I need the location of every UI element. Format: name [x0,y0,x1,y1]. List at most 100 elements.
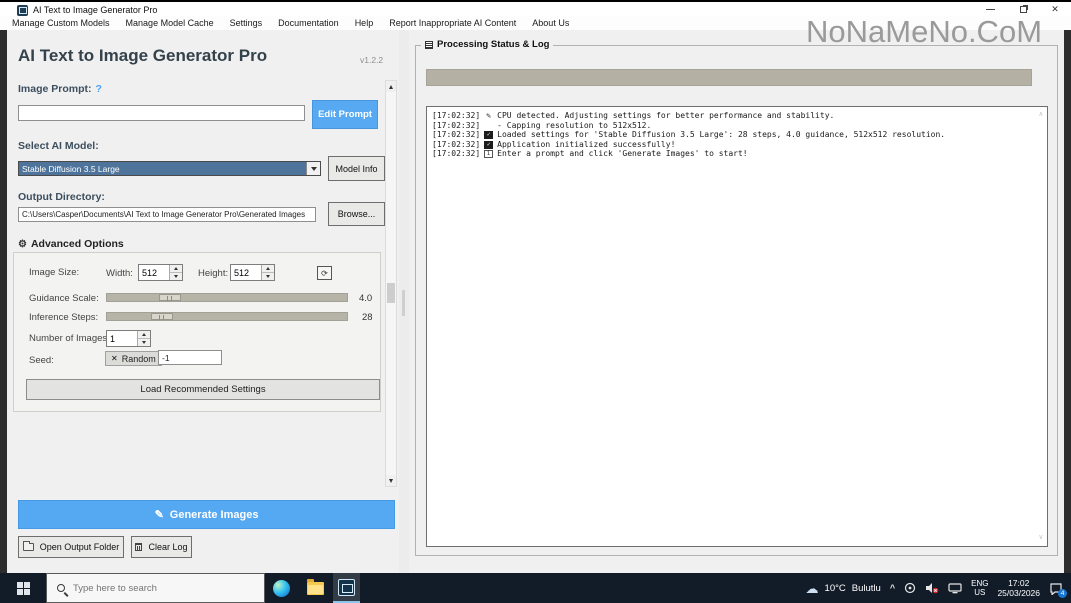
log-scroll-up-icon[interactable]: ∧ [1039,110,1043,120]
width-stepper[interactable] [138,264,183,281]
model-select-value: Stable Diffusion 3.5 Large [22,163,120,174]
log-timestamp: [17:02:32] [432,149,481,159]
taskbar-search[interactable] [46,573,265,603]
log-line: [17:02:32] i Enter a prompt and click 'Gen… [432,149,1042,159]
inference-steps-slider[interactable] [106,312,348,321]
language-indicator[interactable]: ENG US [971,579,988,597]
model-select[interactable]: Stable Diffusion 3.5 Large [18,161,321,176]
panel-splitter[interactable] [399,30,409,573]
log-check-icon: ✓ [484,130,494,139]
clear-log-button[interactable]: Clear Log [131,536,192,558]
notification-center-icon[interactable]: 4 [1049,582,1067,598]
search-input[interactable] [73,582,223,594]
number-of-images-label: Number of Images: [29,333,110,344]
guidance-scale-value: 4.0 [359,293,373,304]
prompt-input[interactable] [18,105,305,121]
help-icon[interactable]: ? [96,83,102,95]
clock[interactable]: 17:02 25/03/2026 [997,578,1040,598]
cloud-icon: ☁ [805,580,819,596]
speaker-muted-icon[interactable] [925,582,939,594]
inference-steps-value: 28 [362,312,373,323]
log-message: Loaded settings for 'Stable Diffusion 3.… [497,130,946,140]
edge-browser-icon[interactable] [266,573,296,603]
log-line: [17:02:32] - Capping resolution to 512x51… [432,121,1042,131]
generate-images-button[interactable]: ✎ Generate Images [18,500,395,529]
log-scroll-down-icon[interactable]: ∨ [1039,533,1043,543]
width-spin-up-icon[interactable] [170,265,182,273]
version-label: v1.2.2 [360,55,384,65]
open-output-folder-label: Open Output Folder [39,542,120,552]
log-message: Enter a prompt and click 'Generate Image… [497,149,748,159]
weather-widget[interactable]: ☁ 10°C Bulutlu [806,582,881,595]
chevron-down-icon[interactable] [306,162,320,175]
guidance-slider-thumb[interactable] [159,294,181,301]
log-line: [17:02:32] ✓ Loaded settings for 'Stable D… [432,130,1042,140]
width-spin-down-icon[interactable] [170,273,182,280]
height-spin-down-icon[interactable] [262,273,274,280]
browse-button[interactable]: Browse... [328,202,385,226]
number-of-images-stepper[interactable] [106,330,151,347]
scrollbar-thumb[interactable] [387,283,395,303]
menu-item[interactable]: About Us [524,18,577,28]
network-display-icon[interactable] [948,582,962,594]
seed-label: Seed: [29,355,54,366]
sync-tray-icon[interactable] [904,582,916,594]
paintbrush-icon: ✎ [154,509,164,521]
clear-log-label: Clear Log [148,542,188,552]
load-recommended-settings-button[interactable]: Load Recommended Settings [26,379,380,400]
number-of-images-input[interactable] [107,331,137,346]
inference-steps-label: Inference Steps: [29,312,99,323]
output-directory-input[interactable] [18,207,316,222]
progress-bar [426,69,1032,86]
height-stepper[interactable] [230,264,275,281]
close-button[interactable]: ✕ [1040,2,1070,17]
steps-slider-thumb[interactable] [151,313,173,320]
menu-item[interactable]: Manage Model Cache [118,18,222,28]
output-directory-label: Output Directory: [18,191,105,203]
log-message: - Capping resolution to 512x512. [497,120,652,130]
start-button[interactable] [0,573,46,603]
scroll-up-icon[interactable] [386,81,396,92]
file-explorer-icon[interactable] [300,573,330,603]
log-area[interactable]: ∧ ∨ [17:02:32] ✎ CPU detected. Adjusting s… [426,106,1048,547]
guidance-scale-slider[interactable] [106,293,348,302]
maximize-icon [1019,6,1027,13]
log-spacer [484,121,493,129]
menu-item[interactable]: Documentation [270,18,347,28]
log-timestamp: [17:02:32] [432,130,481,140]
log-line: [17:02:32] ✓ Application initialized succe… [432,140,1042,150]
prompt-label: Image Prompt:? [18,83,102,95]
menu-item[interactable]: Help [347,18,382,28]
gear-icon: ⚙ [18,239,27,250]
log-line: [17:02:32] ✎ CPU detected. Adjusting setti… [432,111,1042,121]
app-taskbar-icon[interactable] [333,573,360,603]
reset-size-icon[interactable]: ⟳ [317,266,332,280]
random-label: Random [121,353,156,364]
menu-item[interactable]: Manage Custom Models [4,18,118,28]
page-title: AI Text to Image Generator Pro [18,46,268,65]
num-images-spin-up-icon[interactable] [138,331,150,339]
menu-item[interactable]: Report Inappropriate AI Content [381,18,524,28]
trash-icon [135,543,143,551]
window-title: AI Text to Image Generator Pro [33,5,158,15]
log-message: Application initialized successfully! [497,139,676,149]
chevron-up-icon[interactable]: ^ [890,583,895,593]
model-info-button[interactable]: Model Info [328,156,385,181]
watermark: NoNaMeNo.CoM [806,14,1043,49]
height-spin-up-icon[interactable] [262,265,274,273]
processing-status-title: Processing Status & Log [437,39,550,50]
menu-item[interactable]: Settings [222,18,271,28]
model-label: Select AI Model: [18,140,99,152]
height-input[interactable] [231,265,261,280]
random-seed-checkbox[interactable]: ✕ Random [105,351,162,366]
left-panel-scrollbar[interactable] [385,80,397,487]
seed-input[interactable] [158,350,222,365]
num-images-spin-down-icon[interactable] [138,339,150,346]
log-message: CPU detected. Adjusting settings for bet… [497,111,835,120]
scroll-down-icon[interactable] [386,475,396,486]
log-wrench-icon: ✎ [486,111,492,120]
open-output-folder-button[interactable]: Open Output Folder [18,536,124,558]
edit-prompt-button[interactable]: Edit Prompt [312,100,378,129]
notification-badge: 4 [1058,588,1067,598]
width-input[interactable] [139,265,169,280]
